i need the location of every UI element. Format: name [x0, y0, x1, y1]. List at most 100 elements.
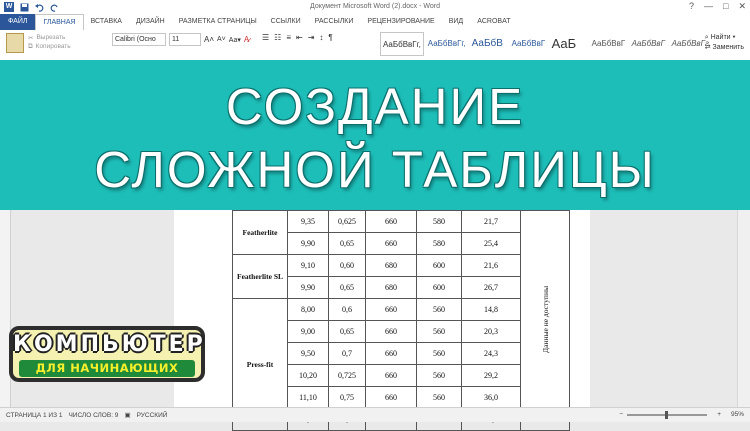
model-cell[interactable]: Featherlite: [232, 210, 288, 255]
table-cell[interactable]: 660: [365, 298, 417, 321]
decrease-indent-icon[interactable]: ⇤: [296, 33, 303, 42]
table-cell[interactable]: 560: [416, 298, 462, 321]
font-size-select[interactable]: 11: [169, 33, 201, 46]
table-cell[interactable]: 21,7: [461, 210, 521, 233]
table-cell[interactable]: 10,20: [287, 364, 329, 387]
table-cell[interactable]: 680: [365, 276, 417, 299]
table-cell[interactable]: 14,8: [461, 298, 521, 321]
table-cell[interactable]: 660: [365, 386, 417, 409]
document-page[interactable]: Featherlite 9,35 0,625 660 580 21,7 Данн…: [174, 210, 590, 431]
font-name-select[interactable]: Calibri (Осно: [112, 33, 166, 46]
increase-indent-icon[interactable]: ⇥: [308, 33, 315, 42]
zoom-out-button[interactable]: −: [619, 411, 623, 418]
tab-references[interactable]: ССЫЛКИ: [264, 14, 308, 30]
numbering-icon[interactable]: ☷: [274, 33, 281, 42]
style-subtitle[interactable]: АаБбВвГ: [590, 32, 628, 54]
table-cell[interactable]: 560: [416, 342, 462, 365]
style-heading-1[interactable]: АаБбВ: [470, 32, 508, 54]
table-cell[interactable]: 9,90: [287, 276, 329, 299]
table-cell[interactable]: 0,625: [328, 210, 366, 233]
style-heading-2[interactable]: АаБбВвГ: [510, 32, 548, 54]
table-cell[interactable]: 0,65: [328, 276, 366, 299]
table-cell[interactable]: 660: [365, 342, 417, 365]
table-cell[interactable]: 560: [416, 320, 462, 343]
table-cell[interactable]: 0,60: [328, 254, 366, 277]
table-cell[interactable]: 600: [416, 276, 462, 299]
table-cell[interactable]: 25,4: [461, 232, 521, 255]
tab-mailings[interactable]: РАССЫЛКИ: [308, 14, 361, 30]
table-cell[interactable]: 11,10: [287, 386, 329, 409]
table-cell[interactable]: 0,725: [328, 364, 366, 387]
table-cell[interactable]: 21,6: [461, 254, 521, 277]
table-cell[interactable]: 560: [416, 364, 462, 387]
tab-design[interactable]: ДИЗАЙН: [129, 14, 172, 30]
sort-icon[interactable]: ↕: [319, 33, 323, 42]
style-emphasis[interactable]: АаБбВвГ: [630, 32, 668, 54]
table-cell[interactable]: 660: [365, 320, 417, 343]
copy-button[interactable]: ⧉ Копировать: [28, 42, 71, 51]
table-cell[interactable]: 0,6: [328, 298, 366, 321]
clear-formatting-icon[interactable]: A̷: [244, 35, 249, 44]
table-cell[interactable]: 0,65: [328, 232, 366, 255]
shrink-font-icon[interactable]: A˅: [217, 36, 226, 43]
table-row: Press-fit 8,00 0,6 660 560 14,8: [232, 298, 570, 431]
paste-icon[interactable]: [6, 33, 24, 53]
note-cell[interactable]: Данные не доступны: [520, 210, 570, 431]
table-cell[interactable]: 26,7: [461, 276, 521, 299]
model-cell[interactable]: Featherlite SL: [232, 254, 288, 299]
style-title[interactable]: АаБ: [550, 32, 588, 54]
table-cell[interactable]: 9,00: [287, 320, 329, 343]
table-cell[interactable]: 660: [365, 232, 417, 255]
tab-page-layout[interactable]: РАЗМЕТКА СТРАНИЦЫ: [172, 14, 264, 30]
help-button[interactable]: ?: [689, 1, 694, 12]
word-count[interactable]: ЧИСЛО СЛОВ: 9: [68, 412, 118, 419]
table-cell[interactable]: 560: [416, 386, 462, 409]
table-cell[interactable]: 8,00: [287, 298, 329, 321]
style-normal[interactable]: АаБбВвГг,: [380, 32, 424, 56]
grow-font-icon[interactable]: A˄: [204, 35, 214, 44]
table-cell[interactable]: 0,65: [328, 320, 366, 343]
zoom-level[interactable]: 95%: [731, 411, 744, 418]
page-count[interactable]: СТРАНИЦА 1 ИЗ 1: [6, 412, 62, 419]
zoom-slider-thumb[interactable]: [664, 410, 668, 419]
table-cell[interactable]: 20,3: [461, 320, 521, 343]
paragraph-mark-icon[interactable]: ¶: [328, 33, 332, 42]
tab-acrobat[interactable]: ACROBAT: [470, 14, 517, 30]
tab-insert[interactable]: ВСТАВКА: [84, 14, 129, 30]
tab-home[interactable]: ГЛАВНАЯ: [35, 14, 84, 30]
zoom-in-button[interactable]: +: [717, 411, 721, 418]
table-cell[interactable]: 580: [416, 232, 462, 255]
table-cell[interactable]: 9,35: [287, 210, 329, 233]
tab-review[interactable]: РЕЦЕНЗИРОВАНИЕ: [360, 14, 441, 30]
close-button[interactable]: ✕: [738, 1, 746, 12]
table-cell[interactable]: 29,2: [461, 364, 521, 387]
replace-icon: ⇄: [704, 44, 713, 51]
change-case-icon[interactable]: Aa▾: [229, 36, 241, 44]
style-no-spacing[interactable]: АаБбВвГг,: [426, 32, 468, 54]
table-cell[interactable]: 660: [365, 364, 417, 387]
bullets-icon[interactable]: ☰: [262, 33, 269, 42]
find-button[interactable]: ⌕ Найти ▾: [705, 33, 744, 43]
table-cell[interactable]: 680: [365, 254, 417, 277]
language-indicator[interactable]: РУССКИЙ: [137, 412, 168, 419]
table-cell[interactable]: 580: [416, 210, 462, 233]
cut-button[interactable]: ✂ Вырезать: [28, 33, 71, 42]
tab-view[interactable]: ВИД: [442, 14, 470, 30]
table-cell[interactable]: 9,10: [287, 254, 329, 277]
tab-file[interactable]: ФАЙЛ: [0, 14, 36, 30]
minimize-button[interactable]: —: [704, 1, 713, 12]
table-cell[interactable]: 9,50: [287, 342, 329, 365]
table-cell[interactable]: 24,3: [461, 342, 521, 365]
replace-button[interactable]: ⇄ Заменить: [705, 43, 744, 53]
zoom-slider[interactable]: [627, 410, 708, 419]
proofing-icon[interactable]: ▣: [124, 411, 130, 419]
table-cell[interactable]: 660: [365, 210, 417, 233]
table-cell[interactable]: 600: [416, 254, 462, 277]
multilevel-list-icon[interactable]: ≡: [286, 33, 291, 42]
table-cell[interactable]: 36,0: [461, 386, 521, 409]
vertical-scrollbar[interactable]: [737, 210, 750, 407]
table-cell[interactable]: 0,7: [328, 342, 366, 365]
table-cell[interactable]: 9,90: [287, 232, 329, 255]
maximize-button[interactable]: □: [723, 1, 728, 12]
table-cell[interactable]: 0,75: [328, 386, 366, 409]
